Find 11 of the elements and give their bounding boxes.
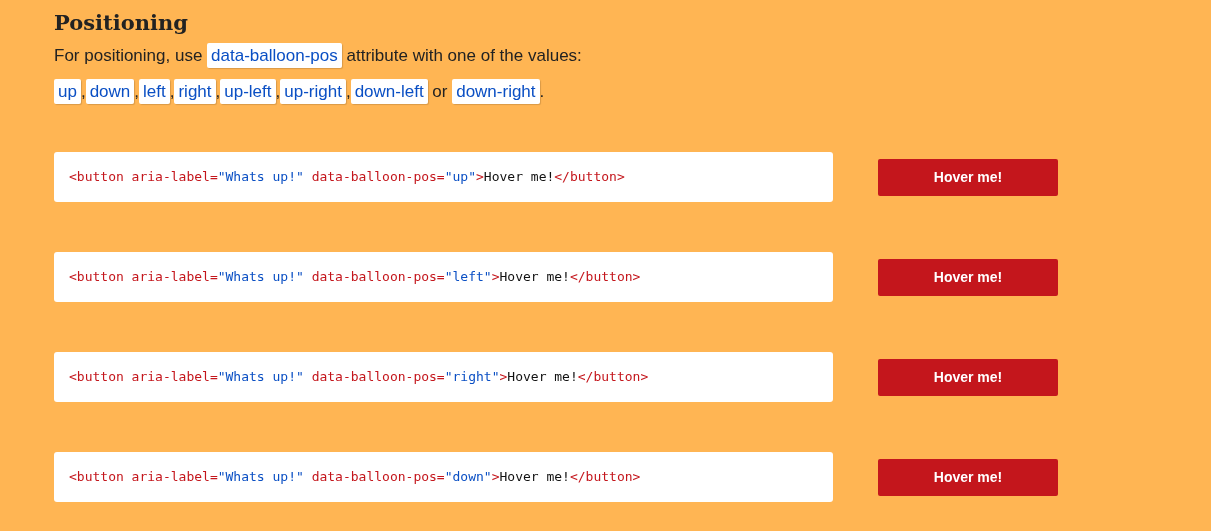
hover-button[interactable]: Hover me! — [878, 258, 1058, 296]
values-list: up , down , left , right , up-left , up-right , down-left or down-right . — [54, 77, 545, 107]
hover-button[interactable]: Hover me! — [878, 358, 1058, 396]
intro-paragraph: For positioning, use data-balloon-pos attribute with one of the values: — [54, 43, 582, 69]
hover-button[interactable]: Hover me! — [878, 158, 1058, 196]
hover-button[interactable]: Hover me! — [878, 458, 1058, 496]
code-line: <button aria-label="Whats up!" data-balloon-pos="right">Hover me!</button> — [69, 368, 649, 387]
section-heading: Positioning — [54, 9, 188, 37]
code-line: <button aria-label="Whats up!" data-balloon-pos="down">Hover me!</button> — [69, 468, 641, 487]
code-line: <button aria-label="Whats up!" data-balloon-pos="up">Hover me!</button> — [69, 168, 625, 187]
code-line: <button aria-label="Whats up!" data-balloon-pos="left">Hover me!</button> — [69, 268, 641, 287]
